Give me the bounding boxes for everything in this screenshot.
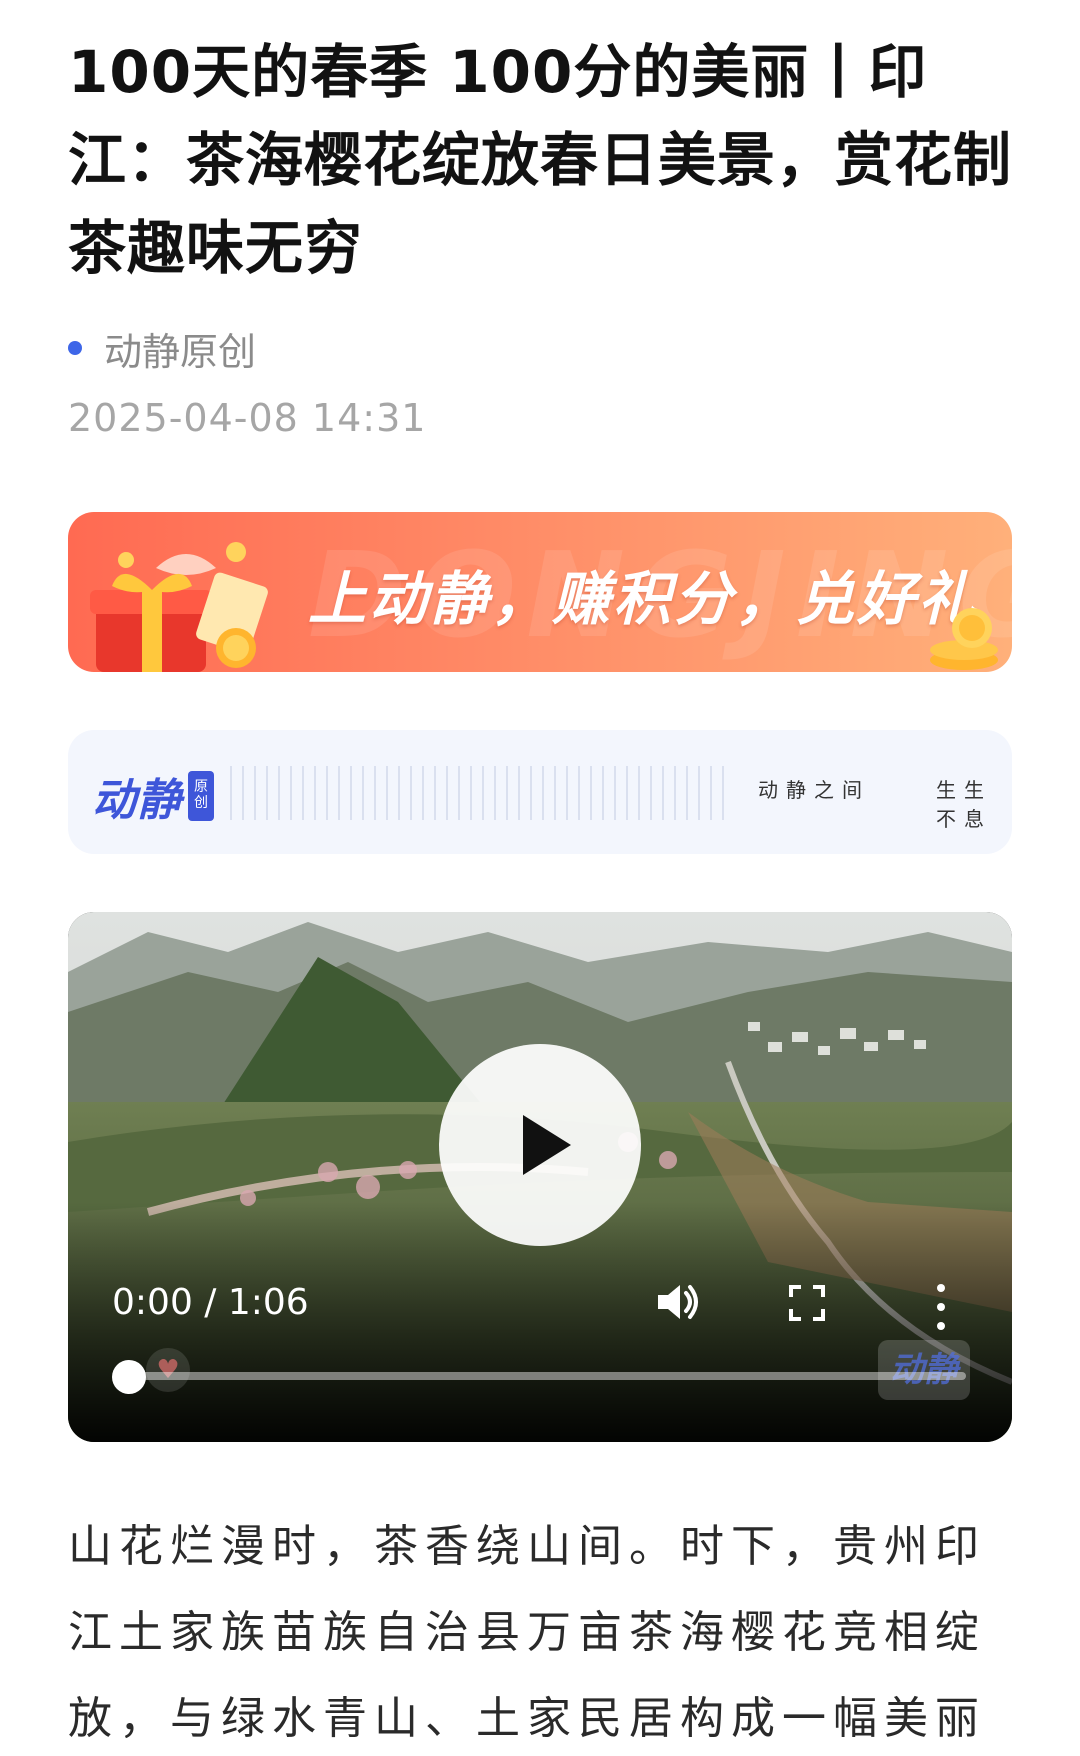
logo-badge: 原创 (188, 771, 214, 821)
slogan-left: 动静之间 (758, 778, 870, 802)
publish-date: 2025-04-08 14:31 (68, 396, 427, 440)
video-time: 0:00 / 1:06 (112, 1282, 309, 1323)
progress-track[interactable] (126, 1372, 966, 1380)
article-body: 山花烂漫时，茶香绕山间。时下，贵州印江土家族苗族自治县万亩茶海樱花竞相绽放，与绿… (68, 1521, 986, 1744)
progress-knob[interactable] (112, 1360, 146, 1394)
slogan-right: 生生不息 (936, 778, 992, 831)
promo-text: 上动静，赚积分，兑好礼 (308, 565, 980, 633)
source-name: 动静原创 (104, 329, 257, 374)
video-player[interactable]: 0:00 / 1:06 ♥ 动静 (68, 912, 1012, 1442)
article-title: 100天的春季 100分的美丽丨印江：茶海樱花绽放春日美景，赏花制茶趣味无穷 (68, 38, 1013, 282)
gift-box-icon (90, 542, 268, 672)
source-dot-icon (68, 341, 82, 355)
logo-text: 动静 (92, 775, 182, 826)
points-promo-banner[interactable]: DONGJING 上动静，赚积分，兑好礼 (68, 512, 1012, 672)
brand-strip: 动静 原创 动静之间 生生不息 (68, 730, 1012, 854)
more-vertical-icon[interactable] (934, 1284, 948, 1330)
heart-icon: ♥ (146, 1348, 190, 1392)
volume-icon[interactable] (652, 1277, 702, 1327)
play-button[interactable] (439, 1044, 641, 1246)
dongjing-logo: 动静 原创 (92, 764, 214, 828)
article-source[interactable]: 动静原创 (68, 320, 256, 376)
play-icon (523, 1115, 571, 1175)
article-page: 100天的春季 100分的美丽丨印江：茶海樱花绽放春日美景，赏花制茶趣味无穷 动… (0, 0, 1080, 1756)
fullscreen-icon[interactable] (788, 1284, 826, 1322)
decorative-stripes (230, 766, 730, 820)
video-watermark: 动静 (878, 1340, 970, 1400)
coin-stack-icon (930, 608, 998, 670)
